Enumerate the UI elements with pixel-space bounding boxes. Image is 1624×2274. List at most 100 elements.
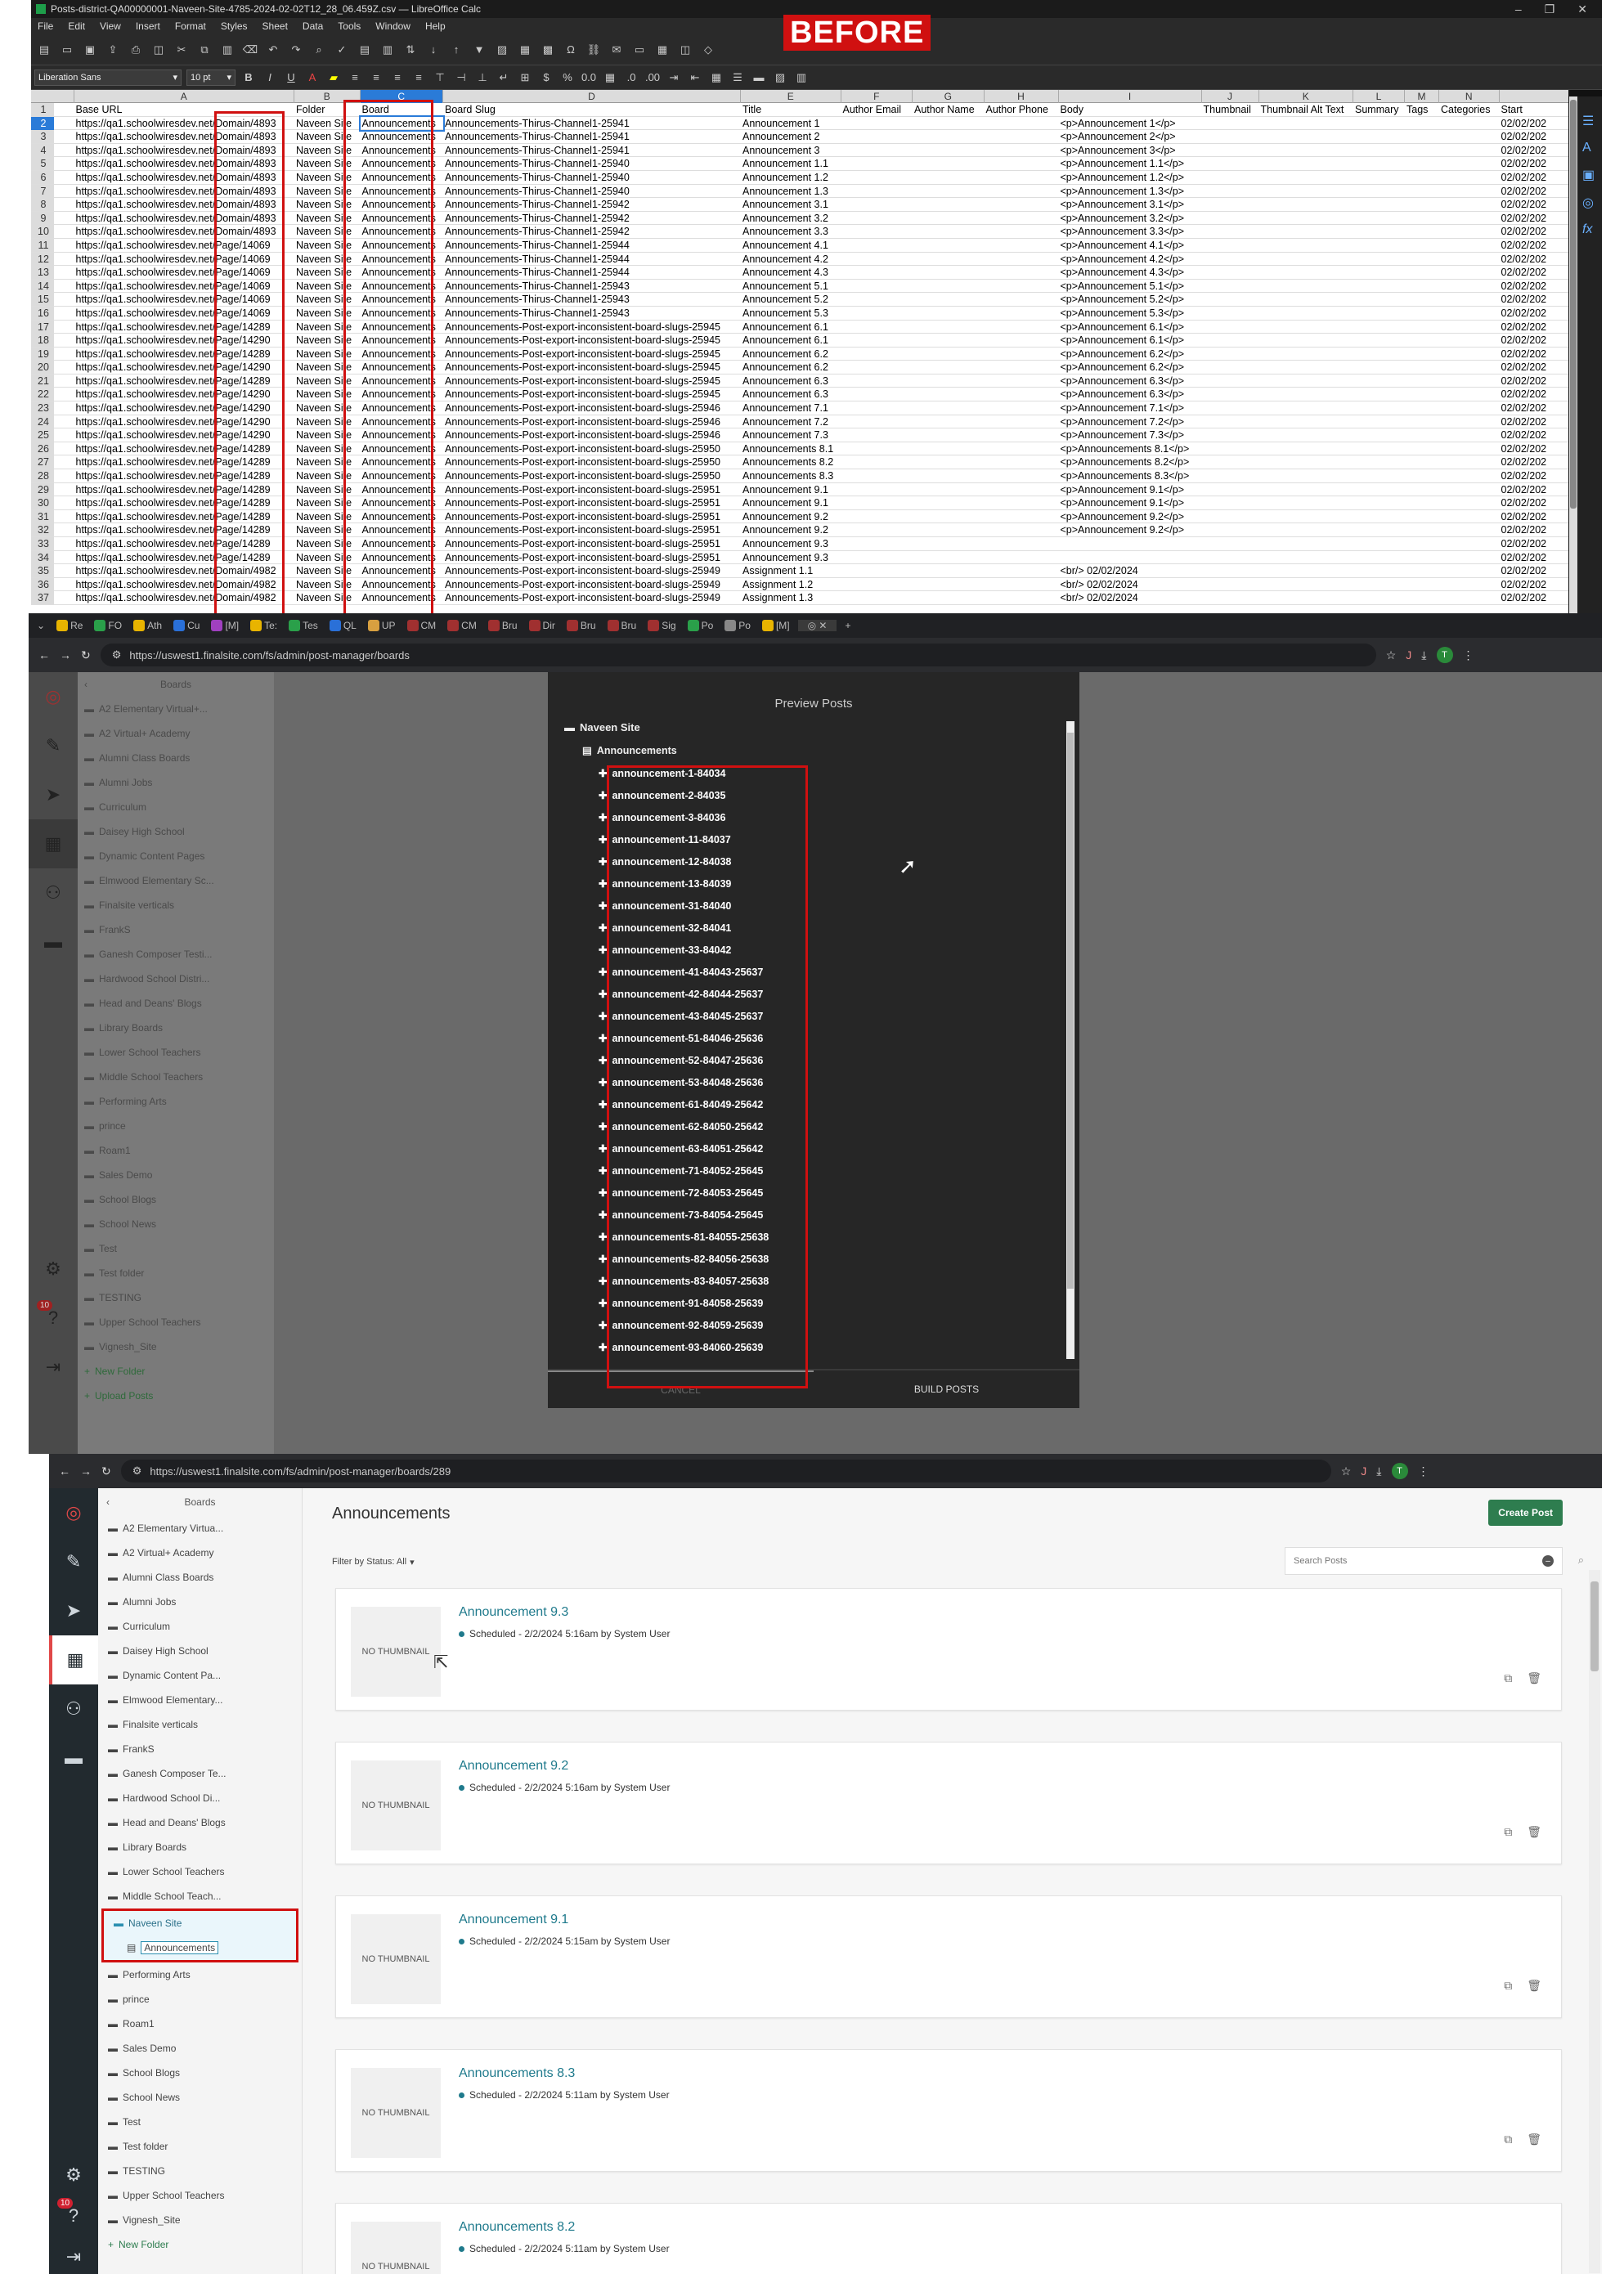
board-list-item[interactable]: ▬ Curriculum bbox=[78, 795, 274, 819]
row-number[interactable]: 29 bbox=[31, 482, 54, 496]
browser-tab[interactable]: Bru bbox=[485, 620, 521, 631]
percent-icon[interactable]: % bbox=[559, 70, 576, 86]
header-cell[interactable]: Author Phone bbox=[985, 103, 1059, 116]
copy-icon[interactable]: ⧉ bbox=[1504, 2133, 1512, 2146]
cell-e[interactable]: Announcement 7.2 bbox=[741, 415, 841, 428]
board-list-item[interactable]: ▬ prince bbox=[78, 1114, 274, 1138]
cell-b[interactable]: Naveen Site bbox=[294, 510, 361, 523]
browser-tab[interactable]: Tes bbox=[285, 620, 321, 631]
cell-b[interactable]: Naveen Site bbox=[294, 496, 361, 509]
cell-a[interactable]: https://qa1.schoolwiresdev.net/Page/1406… bbox=[74, 293, 295, 306]
cell-a[interactable]: https://qa1.schoolwiresdev.net/Page/1428… bbox=[74, 321, 295, 334]
post-title[interactable]: Announcement 9.1 bbox=[459, 1913, 568, 1927]
menu-icon[interactable]: ⋮ bbox=[1463, 648, 1474, 662]
cell-d[interactable]: Announcements-Post-export-inconsistent-b… bbox=[443, 496, 741, 509]
download-icon[interactable]: ⤓ bbox=[1421, 648, 1426, 662]
cell-b[interactable]: Naveen Site bbox=[294, 239, 361, 252]
row-number[interactable]: 24 bbox=[31, 415, 54, 428]
cell-a[interactable]: https://qa1.schoolwiresdev.net/Page/1429… bbox=[74, 415, 295, 428]
search-input[interactable] bbox=[1294, 1556, 1506, 1566]
align-center-icon[interactable]: ≡ bbox=[368, 70, 384, 86]
board-list-item[interactable]: ▬ Head and Deans' Blogs bbox=[78, 991, 274, 1016]
row-number[interactable]: 20 bbox=[31, 361, 54, 375]
header-cell[interactable]: Body bbox=[1059, 103, 1202, 116]
board-list-item[interactable]: ▬ TESTING bbox=[78, 1285, 274, 1310]
cell-i[interactable]: <p>Announcement 5.2</p> bbox=[1059, 293, 1257, 306]
post-title[interactable]: Announcement 9.2 bbox=[459, 1759, 568, 1774]
col-header-h[interactable]: H bbox=[985, 90, 1059, 103]
align-left-icon[interactable]: ≡ bbox=[347, 70, 363, 86]
build-posts-button[interactable]: BUILD POSTS bbox=[814, 1370, 1079, 1408]
dashboard-icon[interactable]: ▦ bbox=[29, 819, 78, 868]
profile-avatar[interactable]: T bbox=[1391, 1463, 1408, 1479]
star-icon[interactable]: ☆ bbox=[1341, 1464, 1352, 1478]
row-number[interactable]: 36 bbox=[31, 577, 54, 591]
cell-i[interactable]: <p>Announcement 5.3</p> bbox=[1059, 307, 1257, 320]
header-cell[interactable]: Folder bbox=[294, 103, 361, 116]
col-header-m[interactable]: M bbox=[1405, 90, 1439, 103]
cell-i[interactable]: <p>Announcement 6.1</p> bbox=[1059, 334, 1257, 347]
modal-scrollbar[interactable] bbox=[1066, 721, 1074, 1359]
cell-a[interactable]: https://qa1.schoolwiresdev.net/Page/1428… bbox=[74, 496, 295, 509]
spell-icon[interactable]: ✓ bbox=[334, 42, 350, 58]
cell-e[interactable]: Announcements 8.1 bbox=[741, 442, 841, 455]
styles-icon[interactable]: A bbox=[1582, 141, 1595, 155]
cell-c[interactable]: Announcements bbox=[361, 348, 444, 361]
browser-tab[interactable]: Po bbox=[721, 620, 754, 631]
navigator-icon[interactable]: ◎ bbox=[1582, 195, 1595, 211]
link-icon[interactable]: ⛓ bbox=[585, 42, 602, 58]
site-info-icon[interactable]: ⚙ bbox=[112, 648, 122, 662]
board-announcements[interactable]: ▤ Announcements bbox=[104, 1935, 296, 1960]
cond-format-icon[interactable]: ▥ bbox=[793, 70, 810, 86]
row-number[interactable]: 10 bbox=[31, 225, 54, 239]
draw-icon[interactable]: ◇ bbox=[700, 42, 716, 58]
post-title[interactable]: Announcements 8.3 bbox=[459, 2066, 575, 2081]
board-list-item[interactable]: ▬ Roam1 bbox=[78, 1138, 274, 1163]
cell-b[interactable]: Naveen Site bbox=[294, 469, 361, 482]
row-number[interactable]: 8 bbox=[31, 198, 54, 212]
cell-i[interactable]: <p>Announcement 9.2</p> bbox=[1059, 510, 1257, 523]
col-header-e[interactable]: E bbox=[741, 90, 841, 103]
cell-i[interactable]: <p>Announcement 2</p> bbox=[1059, 130, 1257, 143]
cell-b[interactable]: Naveen Site bbox=[294, 185, 361, 198]
cell-e[interactable]: Announcement 4.3 bbox=[741, 266, 841, 279]
del-decimal-icon[interactable]: .00 bbox=[644, 70, 661, 86]
cell-i[interactable]: <p>Announcements 8.3</p> bbox=[1059, 469, 1257, 482]
post-card[interactable]: NO THUMBNAIL Announcement 9.1 Scheduled - … bbox=[335, 1895, 1562, 2018]
board-list-item[interactable]: ▬ Head and Deans' Blogs bbox=[98, 1810, 302, 1835]
board-list-item[interactable]: ▬ Test bbox=[98, 2110, 302, 2134]
logout-icon[interactable]: ⇥ bbox=[49, 2232, 98, 2274]
row-number[interactable]: 23 bbox=[31, 401, 54, 415]
feather-icon[interactable]: ✎ bbox=[49, 1537, 98, 1586]
cell-c[interactable]: Announcements bbox=[361, 157, 444, 170]
freeze-icon[interactable]: ▦ bbox=[654, 42, 671, 58]
cell-e[interactable]: Announcement 1.2 bbox=[741, 171, 841, 184]
cell-d[interactable]: Announcements-Post-export-inconsistent-b… bbox=[443, 523, 741, 536]
row-number[interactable]: 2 bbox=[31, 116, 54, 130]
cell-a[interactable]: https://qa1.schoolwiresdev.net/Domain/49… bbox=[74, 591, 295, 604]
cell-c[interactable]: Announcements bbox=[361, 469, 444, 482]
trash-icon[interactable]: 🗑 bbox=[1527, 1825, 1541, 1839]
cell-d[interactable]: Announcements-Post-export-inconsistent-b… bbox=[443, 348, 741, 361]
cell-d[interactable]: Announcements-Thirus-Channel1-25944 bbox=[443, 239, 741, 252]
cell-b[interactable]: Naveen Site bbox=[294, 415, 361, 428]
site-info-icon[interactable]: ⚙ bbox=[132, 1464, 142, 1478]
main-scrollbar[interactable] bbox=[1589, 1570, 1600, 2273]
cell-e[interactable]: Announcement 9.1 bbox=[741, 483, 841, 496]
spreadsheet-grid[interactable]: ABCDEFGHIJKLMN 1 Base URL Folder Board Board… bbox=[31, 90, 1568, 613]
cell-b[interactable]: Naveen Site bbox=[294, 293, 361, 306]
cell-e[interactable]: Announcement 1.1 bbox=[741, 157, 841, 170]
cell-a[interactable]: https://qa1.schoolwiresdev.net/Page/1406… bbox=[74, 253, 295, 266]
find-icon[interactable]: ⌕ bbox=[311, 42, 327, 58]
cell-e[interactable]: Assignment 1.1 bbox=[741, 564, 841, 577]
cell-b[interactable]: Naveen Site bbox=[294, 253, 361, 266]
col-header-a[interactable]: A bbox=[74, 90, 294, 103]
row-number[interactable]: 12 bbox=[31, 252, 54, 266]
col-header-k[interactable]: K bbox=[1259, 90, 1353, 103]
row-number[interactable]: 26 bbox=[31, 442, 54, 455]
board-list-item[interactable]: ▬ Curriculum bbox=[98, 1614, 302, 1639]
borders-icon[interactable]: ▦ bbox=[708, 70, 725, 86]
cell-e[interactable]: Announcement 3 bbox=[741, 144, 841, 157]
vertical-scrollbar[interactable] bbox=[1569, 96, 1577, 613]
cell-a[interactable]: https://qa1.schoolwiresdev.net/Page/1428… bbox=[74, 455, 295, 469]
